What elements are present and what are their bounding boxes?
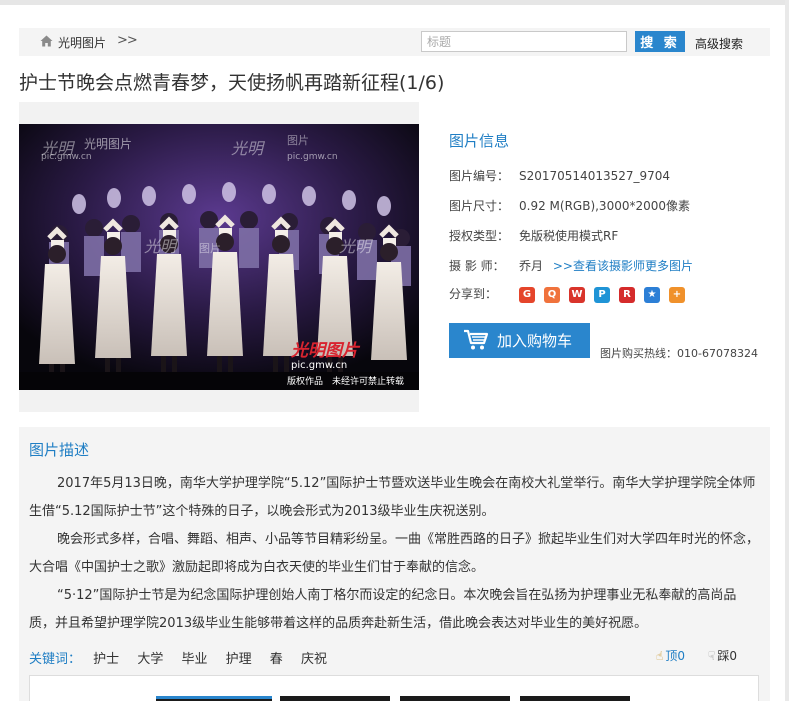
bookmark-share-icon[interactable]: + [669,286,685,303]
info-row-share: 分享到： G Q W P R ★ + [449,285,694,303]
breadcrumb-bar: 光明图片 >> 搜 索 高级搜索 [19,28,770,56]
vote-up-button[interactable]: ☝ 顶0 [656,647,685,664]
thumbnail-1[interactable] [156,696,272,701]
info-label: 分享到： [449,287,498,301]
keyword-link[interactable]: 护理 [226,652,252,667]
svg-text:光明: 光明 [339,237,374,256]
watermark-url-main: pic.gmw.cn [291,360,347,371]
info-row-license: 授权类型： 免版税使用模式RF [449,227,618,244]
info-section-title: 图片信息 [449,132,510,150]
vote-up-count: 顶0 [665,649,685,663]
info-row-size: 图片尺寸： 0.92 M(RGB),3000*2000像素 [449,197,690,214]
advanced-search-link[interactable]: 高级搜索 [695,35,743,52]
svg-text:光明: 光明 [144,237,179,256]
breadcrumb-separator: >> [117,33,138,48]
add-to-cart-button[interactable]: 加入购物车 [449,323,590,358]
svg-text:光明: 光明 [231,139,266,158]
thumbnail-3[interactable] [400,696,510,701]
info-value: 免版税使用模式RF [519,229,619,243]
search-input[interactable] [421,31,627,52]
home-icon[interactable] [40,35,53,47]
thumbs-up-icon: ☝ [656,649,664,663]
page-title: 护士节晚会点燃青春梦，天使扬帆再踏新征程(1/6) [19,72,445,94]
description-text: 2017年5月13日晚，南华大学护理学院“5.12”国际护士节暨欢送毕业生晚会在… [29,470,759,638]
weibo-qq-share-icon[interactable]: Q [544,286,560,303]
photographer-name: 乔月 [519,259,544,273]
info-label: 图片编号： [449,169,510,183]
thumbnail-strip [29,675,759,701]
sina-weibo-share-icon[interactable]: W [569,286,585,303]
svg-text:图片: 图片 [287,134,309,147]
keyword-link[interactable]: 庆祝 [301,652,327,667]
info-row-photographer: 摄 影 师： 乔月 >>查看该摄影师更多图片 [449,257,693,274]
description-title: 图片描述 [29,441,90,459]
main-photo[interactable]: 光明 图片 光明 光明 图片 光明 光明图片 pic.gmw.cn pic.gm… [19,124,419,390]
description-paragraph: “5·12”国际护士节是为纪念国际护理创始人南丁格尔而设定的纪念日。本次晚会旨在… [29,588,737,631]
thumbs-down-icon: ☟ [708,649,716,663]
share-icon-list: G Q W P R ★ + [519,286,694,303]
keyword-link[interactable]: 大学 [137,652,163,667]
vote-down-count: 踩0 [717,649,737,663]
thumbnail-2[interactable] [280,696,390,701]
vote-down-button[interactable]: ☟ 踩0 [708,647,737,664]
qzone-share-icon[interactable]: P [594,286,610,303]
info-label: 授权类型： [449,229,510,243]
watermark-logo-main: 光明图片 [290,341,361,361]
top-border [0,0,789,5]
keyword-link[interactable]: 毕业 [181,652,207,667]
renren-share-icon[interactable]: R [619,286,635,303]
keywords-row: 关键词： 护士 大学 毕业 护理 春 庆祝 [29,648,341,667]
watermark-logo-top: 光明图片 [84,137,132,151]
keyword-link[interactable]: 护士 [93,652,119,667]
description-section: 图片描述 2017年5月13日晚，南华大学护理学院“5.12”国际护士节暨欢送毕… [19,427,770,701]
cart-icon [464,329,489,350]
svg-text:图片: 图片 [199,242,221,255]
thumbnail-4[interactable] [520,696,630,701]
purchase-hotline: 图片购买热线：010-67078324 [600,347,758,360]
keyword-link[interactable]: 春 [270,652,283,667]
right-scroll-edge [785,0,789,701]
info-label: 摄 影 师： [449,259,505,273]
search-button[interactable]: 搜 索 [635,31,685,52]
watermark-url-top: pic.gmw.cn [41,152,92,162]
add-to-cart-label: 加入购物车 [497,332,573,350]
breadcrumb-site-link[interactable]: 光明图片 [58,34,106,51]
photographer-more-link[interactable]: >>查看该摄影师更多图片 [553,259,693,273]
keywords-label: 关键词： [29,652,82,667]
photo-frame: 光明 图片 光明 光明 图片 光明 光明图片 pic.gmw.cn pic.gm… [19,102,419,412]
google-share-icon[interactable]: G [519,286,535,303]
description-paragraph: 2017年5月13日晚，南华大学护理学院“5.12”国际护士节暨欢送毕业生晚会在… [29,476,756,519]
description-paragraph: 晚会形式多样，合唱、舞蹈、相声、小品等节目精彩纷呈。一曲《常胜西路的日子》掀起毕… [29,532,760,575]
info-row-id: 图片编号： S20170514013527_9704 [449,167,670,184]
info-value: 0.92 M(RGB),3000*2000像素 [519,199,691,213]
info-label: 图片尺寸： [449,199,510,213]
info-value: S20170514013527_9704 [519,169,671,183]
watermark-url-right: pic.gmw.cn [287,152,338,162]
star-share-icon[interactable]: ★ [644,286,660,303]
copyright-notice: 版权作品 未经许可禁止转载 [287,375,404,387]
